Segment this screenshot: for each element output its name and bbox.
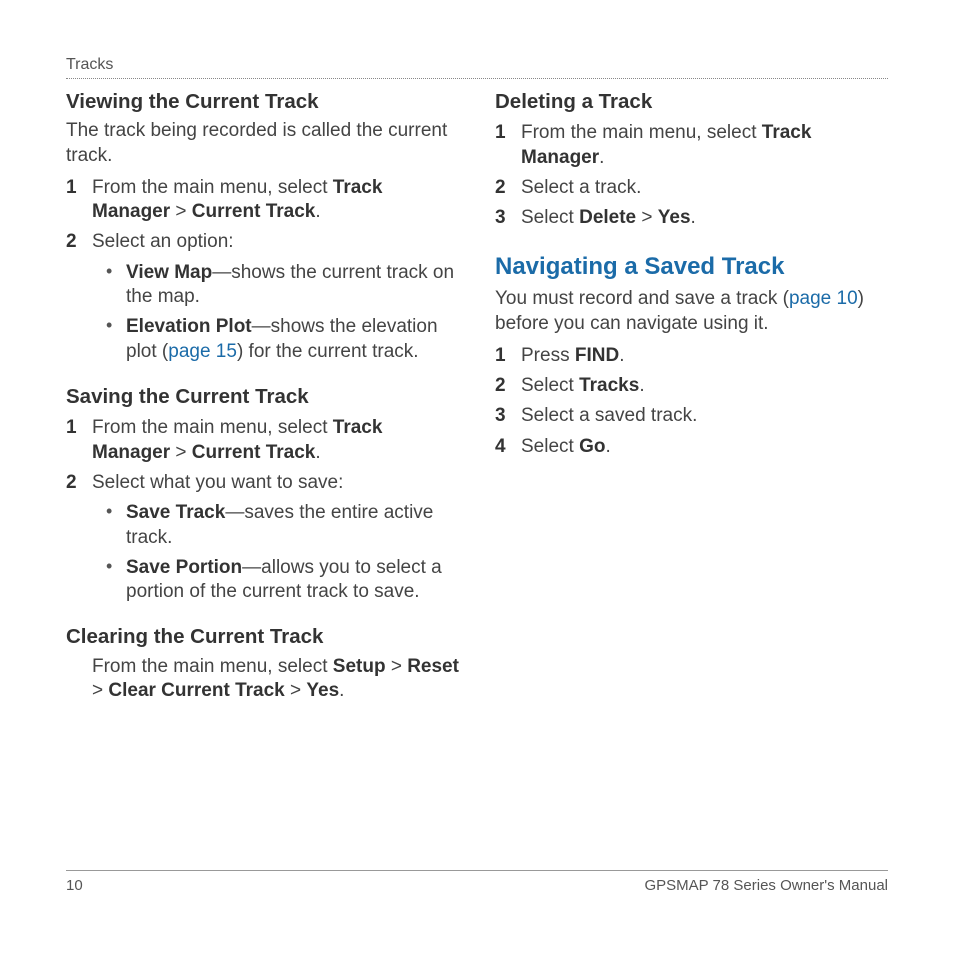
heading-viewing-current-track: Viewing the Current Track xyxy=(66,89,459,115)
text: . xyxy=(599,147,604,168)
paragraph: You must record and save a track (page 1… xyxy=(495,287,888,336)
heading-saving-current-track: Saving the Current Track xyxy=(66,384,459,410)
bold-text: Go xyxy=(579,436,605,457)
text: Select a saved track. xyxy=(521,404,888,428)
text: > xyxy=(170,201,192,222)
steps-list: From the main menu, select Track Manager… xyxy=(66,416,459,610)
step-item: Select Go. xyxy=(495,435,888,459)
bold-text: Elevation Plot xyxy=(126,316,252,337)
text: . xyxy=(315,201,320,222)
bullet-list: View Map—shows the current track on the … xyxy=(106,261,459,364)
text: Press xyxy=(521,345,575,366)
text: Select an option: xyxy=(92,231,234,252)
text: Select xyxy=(521,207,579,228)
manual-title: GPSMAP 78 Series Owner's Manual xyxy=(644,877,888,894)
running-header: Tracks xyxy=(66,56,888,79)
paragraph: The track being recorded is called the c… xyxy=(66,119,459,168)
bold-text: Yes xyxy=(658,207,691,228)
bold-text: Save Portion xyxy=(126,557,242,578)
bold-text: Current Track xyxy=(192,442,316,463)
text: . xyxy=(315,442,320,463)
bullet-item: Save Track—saves the entire active track… xyxy=(106,501,459,550)
text: > xyxy=(386,656,408,677)
steps-list: From the main menu, select Track Manager… xyxy=(66,176,459,370)
bold-text: Delete xyxy=(579,207,636,228)
text: From the main menu, select xyxy=(92,656,333,677)
text: You must record and save a track ( xyxy=(495,288,789,309)
steps-list: Press FIND. Select Tracks. Select a save… xyxy=(495,344,888,459)
page-number: 10 xyxy=(66,877,83,894)
step-item: From the main menu, select Track Manager… xyxy=(66,416,459,465)
bullet-item: Save Portion—allows you to select a port… xyxy=(106,556,459,605)
text: > xyxy=(636,207,658,228)
text: . xyxy=(605,436,610,457)
text: . xyxy=(639,375,644,396)
page-link[interactable]: page 10 xyxy=(789,288,858,309)
instruction-text: From the main menu, select Setup > Reset… xyxy=(92,655,459,704)
step-item: Select a track. xyxy=(495,176,888,200)
page-footer: 10 GPSMAP 78 Series Owner's Manual xyxy=(66,870,888,894)
right-column: Deleting a Track From the main menu, sel… xyxy=(495,89,888,703)
step-item: Press FIND. xyxy=(495,344,888,368)
bold-text: Current Track xyxy=(192,201,316,222)
left-column: Viewing the Current Track The track bein… xyxy=(66,89,459,703)
text: Select a track. xyxy=(521,176,888,200)
heading-navigating-saved-track: Navigating a Saved Track xyxy=(495,252,888,283)
step-item: Select what you want to save: Save Track… xyxy=(66,471,459,611)
page-link[interactable]: page 15 xyxy=(168,341,237,362)
bold-text: Setup xyxy=(333,656,386,677)
text: > xyxy=(285,680,307,701)
bold-text: Yes xyxy=(306,680,339,701)
text: . xyxy=(691,207,696,228)
text: From the main menu, select xyxy=(521,122,762,143)
step-item: Select an option: View Map—shows the cur… xyxy=(66,230,459,370)
step-item: From the main menu, select Track Manager… xyxy=(66,176,459,225)
steps-list: From the main menu, select Track Manager… xyxy=(495,121,888,230)
text: . xyxy=(619,345,624,366)
bold-text: View Map xyxy=(126,262,212,283)
bold-text: Clear Current Track xyxy=(108,680,284,701)
text: ) for the current track. xyxy=(237,341,419,362)
text: > xyxy=(170,442,192,463)
text: Select xyxy=(521,436,579,457)
text: Select what you want to save: xyxy=(92,472,343,493)
text: From the main menu, select xyxy=(92,417,333,438)
bold-text: Reset xyxy=(407,656,459,677)
bold-text: Tracks xyxy=(579,375,639,396)
bullet-item: View Map—shows the current track on the … xyxy=(106,261,459,310)
step-item: From the main menu, select Track Manager… xyxy=(495,121,888,170)
text: > xyxy=(92,680,108,701)
bullet-item: Elevation Plot—shows the elevation plot … xyxy=(106,315,459,364)
step-item: Select Delete > Yes. xyxy=(495,206,888,230)
bold-text: FIND xyxy=(575,345,619,366)
text: From the main menu, select xyxy=(92,177,333,198)
text: . xyxy=(339,680,344,701)
heading-deleting-track: Deleting a Track xyxy=(495,89,888,115)
bold-text: Save Track xyxy=(126,502,225,523)
heading-clearing-current-track: Clearing the Current Track xyxy=(66,624,459,650)
text: Select xyxy=(521,375,579,396)
step-item: Select Tracks. xyxy=(495,374,888,398)
bullet-list: Save Track—saves the entire active track… xyxy=(106,501,459,604)
step-item: Select a saved track. xyxy=(495,404,888,428)
